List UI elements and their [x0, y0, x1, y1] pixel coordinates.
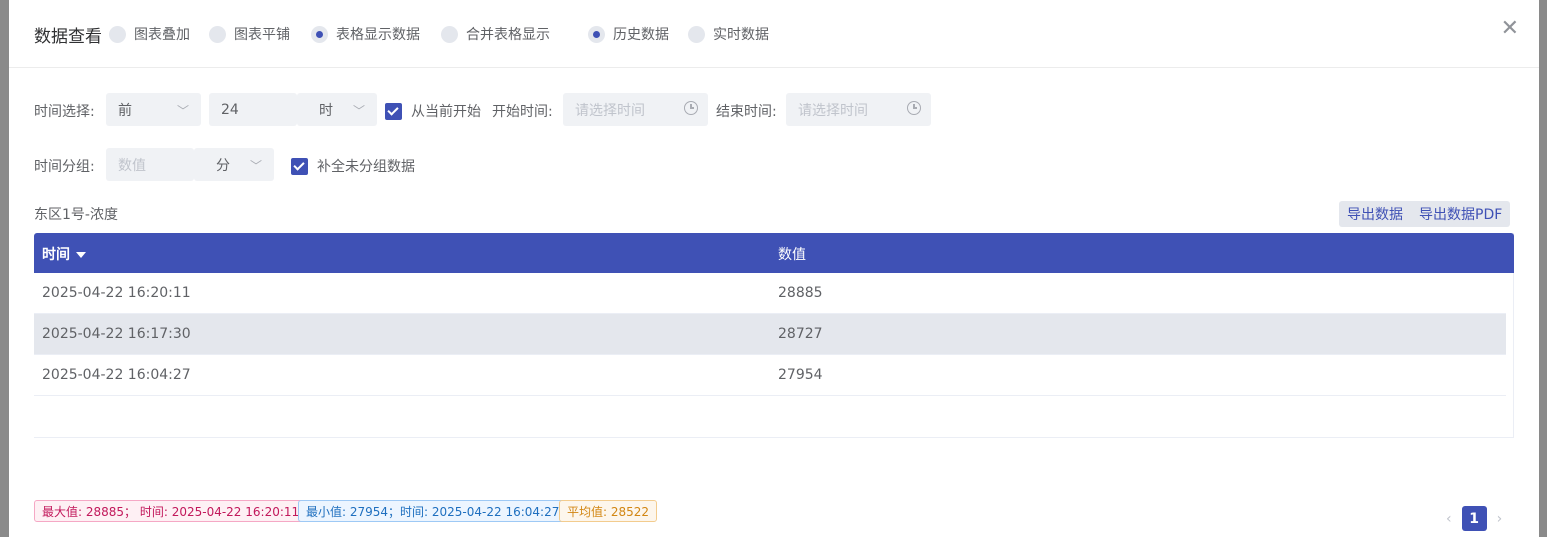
column-header-time[interactable]: 时间: [42, 244, 86, 264]
radio-dot: [209, 25, 226, 43]
start-time-input[interactable]: 请选择时间: [563, 93, 708, 126]
export-data-button[interactable]: 导出数据: [1347, 204, 1403, 224]
chevron-down-icon: ﹀: [352, 104, 365, 118]
value-cell: 27954: [778, 367, 823, 383]
time-group-label: 时间分组:: [34, 159, 95, 175]
value-cell: 28727: [778, 326, 823, 342]
dialog-header: 数据查看 图表叠加 图表平铺 表格显示数据 合并表格显示 历史数据 实时数据 ✕: [9, 0, 1539, 68]
export-button-group: 导出数据 导出数据PDF: [1339, 201, 1511, 227]
min-value-tag: 最小值: 27954；时间: 2025-04-22 16:04:27: [298, 500, 568, 522]
page-button-1[interactable]: 1: [1461, 506, 1487, 531]
radio-dot: [311, 25, 328, 43]
table-row: 2025-04-22 16:20:11 28885: [34, 273, 1506, 314]
time-cell: 2025-04-22 16:20:11: [42, 285, 191, 301]
group-value-input[interactable]: 数值: [106, 148, 194, 181]
data-view-dialog: 数据查看 图表叠加 图表平铺 表格显示数据 合并表格显示 历史数据 实时数据 ✕…: [9, 0, 1539, 537]
radio-chart-tile[interactable]: 图表平铺: [209, 24, 290, 44]
table-row: 2025-04-22 16:04:27 27954: [34, 355, 1506, 396]
max-value-tag: 最大值: 28885； 时间: 2025-04-22 16:20:11: [34, 500, 308, 522]
time-select-label: 时间选择:: [34, 104, 95, 120]
fill-ungrouped-checkbox[interactable]: 补全未分组数据: [291, 156, 415, 176]
time-cell: 2025-04-22 16:17:30: [42, 326, 191, 342]
radio-dot: [441, 25, 458, 43]
clock-icon: [684, 101, 698, 115]
pagination: ‹ 1 ›: [1446, 506, 1502, 531]
radio-dot: [588, 25, 605, 43]
table-row: 2025-04-22 16:17:30 28727: [34, 314, 1506, 355]
radio-dot: [688, 25, 705, 43]
data-table: 时间 数值 2025-04-22 16:20:11 28885 2025-04-…: [34, 233, 1514, 438]
table-title: 东区1号-浓度: [34, 207, 118, 223]
checkbox-checked-icon: [385, 102, 402, 120]
avg-value-tag: 平均值: 28522: [559, 500, 658, 522]
unit-select[interactable]: 时 ﹀: [297, 93, 377, 126]
group-unit-select[interactable]: 分 ﹀: [194, 148, 274, 181]
value-cell: 28885: [778, 285, 823, 301]
column-header-value: 数值: [778, 247, 806, 263]
chevron-left-icon[interactable]: ‹: [1446, 511, 1452, 527]
end-time-label: 结束时间:: [716, 104, 777, 120]
clock-icon: [907, 101, 921, 115]
radio-table-display[interactable]: 表格显示数据: [311, 24, 420, 44]
radio-chart-overlay[interactable]: 图表叠加: [109, 24, 190, 44]
checkbox-checked-icon: [291, 157, 308, 175]
start-time-label: 开始时间:: [492, 104, 553, 120]
chevron-down-icon: ﹀: [176, 104, 189, 118]
amount-input[interactable]: 24: [209, 93, 297, 126]
export-pdf-button[interactable]: 导出数据PDF: [1419, 204, 1502, 224]
chevron-down-icon: ﹀: [249, 159, 262, 173]
sort-desc-icon: [76, 252, 86, 258]
from-now-checkbox[interactable]: 从当前开始: [385, 101, 481, 121]
table-header: 时间 数值: [34, 233, 1514, 273]
end-time-input[interactable]: 请选择时间: [786, 93, 931, 126]
radio-realtime-data[interactable]: 实时数据: [688, 24, 769, 44]
radio-dot: [109, 25, 126, 43]
radio-merge-table[interactable]: 合并表格显示: [441, 24, 550, 44]
radio-history-data[interactable]: 历史数据: [588, 24, 669, 44]
time-cell: 2025-04-22 16:04:27: [42, 367, 191, 383]
chevron-right-icon[interactable]: ›: [1497, 511, 1503, 527]
close-icon[interactable]: ✕: [1501, 18, 1519, 40]
direction-select[interactable]: 前 ﹀: [106, 93, 201, 126]
dialog-title: 数据查看: [34, 27, 102, 47]
